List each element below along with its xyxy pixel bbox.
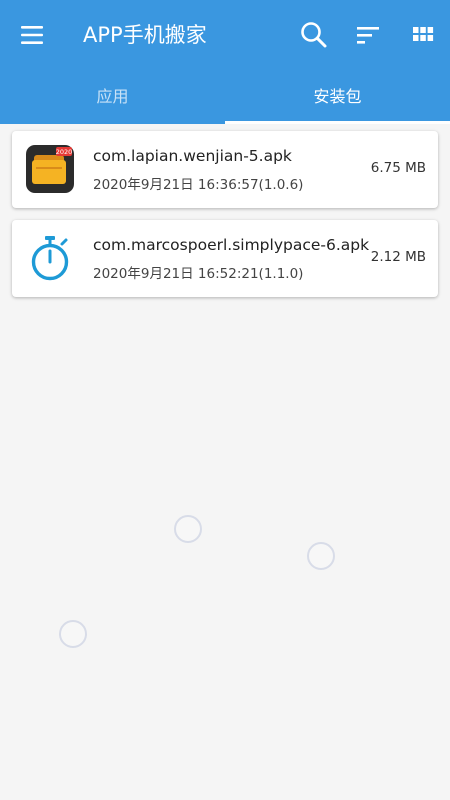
apk-list-item[interactable]: 2020 com.lapian.wenjian-5.apk 2020年9月21日… — [12, 131, 438, 208]
apk-list-item[interactable]: com.marcospoerl.simplypace-6.apk 2020年9月… — [12, 220, 438, 297]
sort-icon — [357, 27, 379, 44]
toolbar: APP手机搬家 — [0, 0, 450, 70]
tab-bar: 应用 安装包 — [0, 70, 450, 124]
tab-indicator — [225, 121, 450, 124]
hamburger-menu-icon — [21, 26, 43, 44]
app-title: APP手机搬家 — [83, 23, 207, 47]
app-bar: APP手机搬家 应用 安装包 — [0, 0, 450, 124]
grid-view-icon — [413, 27, 434, 41]
grid-view-button[interactable] — [405, 17, 441, 53]
icon-badge-text: 2020 — [56, 148, 73, 156]
touch-indicator — [307, 542, 335, 570]
search-icon — [301, 22, 327, 48]
sort-button[interactable] — [350, 17, 386, 53]
tab-apps[interactable]: 应用 — [0, 70, 225, 124]
apk-file-size: 6.75 MB — [370, 160, 426, 176]
search-button[interactable] — [296, 17, 332, 53]
apk-file-size: 2.12 MB — [370, 249, 426, 265]
touch-indicator — [59, 620, 87, 648]
stopwatch-icon — [26, 234, 74, 282]
menu-button[interactable] — [14, 17, 50, 53]
apk-date-version: 2020年9月21日 16:36:57(1.0.6) — [93, 177, 304, 193]
apk-file-name: com.lapian.wenjian-5.apk — [93, 147, 292, 165]
tab-apk-packages[interactable]: 安装包 — [225, 70, 450, 124]
touch-indicator — [174, 515, 202, 543]
file-manager-folder-icon: 2020 — [26, 145, 74, 193]
apk-date-version: 2020年9月21日 16:52:21(1.1.0) — [93, 266, 304, 282]
apk-file-name: com.marcospoerl.simplypace-6.apk — [93, 236, 370, 254]
